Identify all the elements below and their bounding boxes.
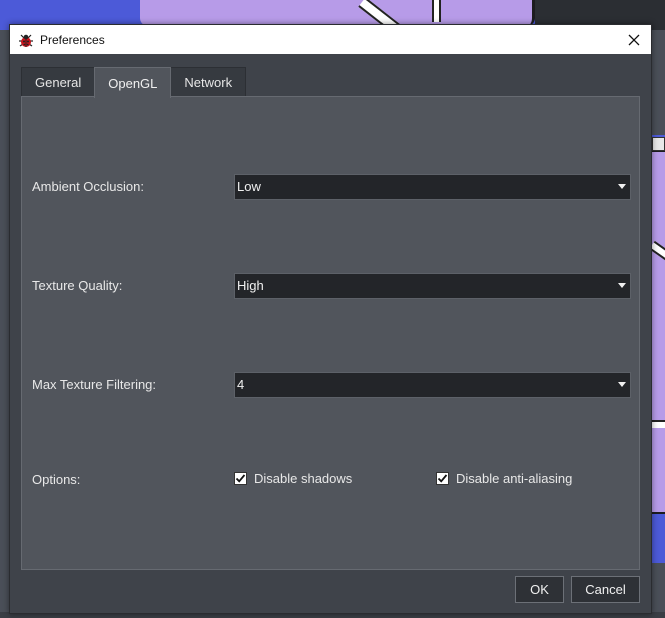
- max-texture-filtering-value: 4: [237, 377, 245, 392]
- preferences-dialog: Preferences General OpenGL Network Ambie…: [9, 24, 652, 614]
- chevron-down-icon: [618, 283, 626, 288]
- tab-network[interactable]: Network: [170, 67, 247, 97]
- background-shape-purple-right: [652, 150, 665, 514]
- ok-button[interactable]: OK: [515, 576, 564, 603]
- ambient-occlusion-label: Ambient Occlusion:: [32, 179, 144, 194]
- ambient-occlusion-value: Low: [237, 179, 261, 194]
- close-icon: [628, 34, 640, 46]
- texture-quality-row: Texture Quality: High: [22, 273, 639, 299]
- options-row: Options: Disable shadows Disable anti-al…: [22, 467, 639, 493]
- texture-quality-select[interactable]: High: [234, 273, 631, 299]
- cancel-button[interactable]: Cancel: [571, 576, 640, 603]
- tab-bar: General OpenGL Network: [21, 67, 247, 98]
- ambient-occlusion-row: Ambient Occlusion: Low: [22, 174, 639, 200]
- texture-quality-label: Texture Quality:: [32, 278, 123, 293]
- opengl-settings-panel: Ambient Occlusion: Low Texture Quality: …: [21, 96, 640, 570]
- chevron-down-icon: [618, 382, 626, 387]
- checkmark-icon: [436, 472, 449, 485]
- tab-general[interactable]: General: [21, 67, 96, 97]
- close-button[interactable]: [617, 25, 651, 54]
- background-small-window: [652, 137, 665, 151]
- background-shape-purple: [140, 0, 535, 26]
- max-texture-filtering-select[interactable]: 4: [234, 372, 631, 398]
- disable-shadows-checkbox[interactable]: Disable shadows: [234, 471, 352, 486]
- tab-opengl[interactable]: OpenGL: [94, 67, 172, 98]
- max-texture-filtering-label: Max Texture Filtering:: [32, 377, 157, 392]
- options-label: Options:: [32, 472, 81, 487]
- texture-quality-value: High: [237, 278, 264, 293]
- disable-shadows-label: Disable shadows: [254, 471, 353, 486]
- checkmark-icon: [234, 472, 247, 485]
- ambient-occlusion-select[interactable]: Low: [234, 174, 631, 200]
- chevron-down-icon: [618, 184, 626, 189]
- background-stroke-vertical: [432, 0, 441, 22]
- disable-antialiasing-label: Disable anti-aliasing: [456, 471, 573, 486]
- title-bar[interactable]: Preferences: [10, 25, 651, 54]
- ladybug-icon: [18, 32, 34, 48]
- background-stroke-horizontal-right: [652, 420, 665, 428]
- dialog-title: Preferences: [40, 32, 105, 47]
- max-texture-filtering-row: Max Texture Filtering: 4: [22, 372, 639, 398]
- disable-antialiasing-checkbox[interactable]: Disable anti-aliasing: [436, 471, 572, 486]
